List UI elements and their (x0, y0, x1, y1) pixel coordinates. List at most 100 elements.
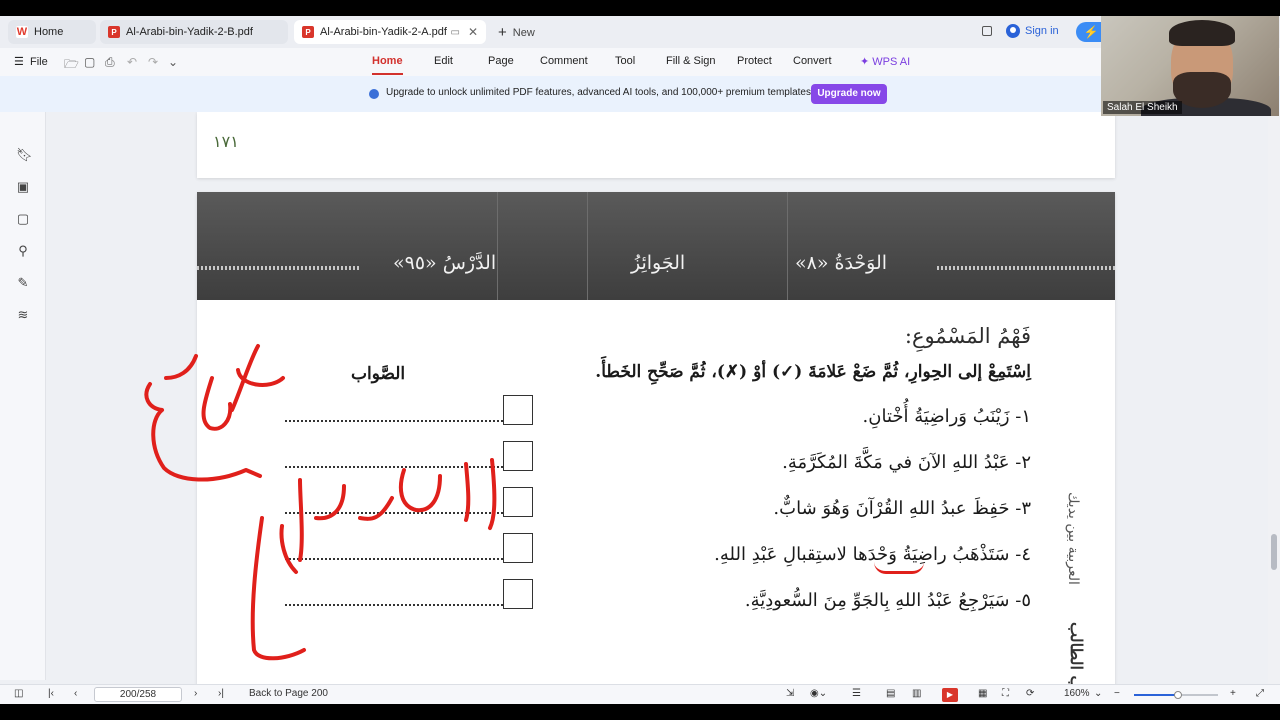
last-page-icon[interactable]: ›| (218, 688, 224, 699)
prev-page-icon[interactable]: ‹ (74, 688, 77, 699)
upgrade-banner: Upgrade to unlock unlimited PDF features… (0, 76, 1280, 112)
save-icon[interactable]: ▢ (84, 55, 95, 69)
correction-line-1 (285, 420, 503, 422)
single-page-icon[interactable]: ▤ (886, 688, 895, 699)
scroll-mode-icon[interactable]: ☰ (852, 688, 861, 699)
new-tab-button[interactable]: + New (498, 24, 535, 41)
book-side-title: العربية بين يديك (1065, 492, 1081, 585)
menu-edit[interactable]: Edit (434, 55, 453, 67)
export-icon[interactable]: ⇲ (786, 688, 794, 699)
open-folder-icon[interactable]: 🗁 (64, 55, 79, 76)
correction-line-2 (285, 466, 503, 468)
document-viewport[interactable]: ١٧١ الدَّرْسُ «٩٥» الجَوائِزُ الوَحْدَةُ… (46, 112, 1272, 684)
menu-protect[interactable]: Protect (737, 55, 772, 67)
lesson-number: الدَّرْسُ «٩٥» (393, 252, 497, 274)
lesson-title: الجَوائِزُ (631, 252, 686, 274)
first-page-icon[interactable]: |‹ (48, 688, 54, 699)
upgrade-now-button[interactable]: Upgrade now (811, 84, 887, 104)
presenter-name: Salah El Sheikh (1103, 101, 1182, 114)
sign-in-button[interactable]: Sign in (1006, 24, 1059, 38)
header-divider (497, 192, 498, 300)
current-page: الدَّرْسُ «٩٥» الجَوائِزُ الوَحْدَةُ «٨»… (197, 192, 1115, 684)
presenter-beard (1173, 72, 1231, 108)
webcam-overlay: Salah El Sheikh (1101, 16, 1279, 116)
comment-icon[interactable]: ▢ (16, 212, 30, 226)
correction-line-4 (285, 558, 503, 560)
left-sidebar: 🔖︎ ▣ ▢ ⚲ ✎ ≋ (0, 112, 46, 680)
tab-label: Al-Arabi-bin-Yadik-2-A.pdf (320, 26, 447, 38)
zoom-level[interactable]: 160% (1064, 688, 1090, 699)
answer-box-3[interactable] (503, 487, 533, 517)
undo-icon[interactable]: ↶ (127, 55, 137, 69)
zoom-out-icon[interactable]: − (1114, 688, 1120, 699)
fit-page-icon[interactable]: ⛶ (1002, 688, 1009, 699)
two-page-icon[interactable]: ▥ (912, 688, 921, 699)
eye-view-icon[interactable]: ◉⌄ (810, 688, 827, 699)
page-input[interactable]: 200/258 (94, 687, 182, 702)
chevron-down-icon[interactable]: ⌄ (168, 55, 178, 69)
next-page-icon[interactable]: › (194, 688, 197, 699)
info-icon (369, 89, 379, 99)
lesson-header-band: الدَّرْسُ «٩٥» الجَوائِزُ الوَحْدَةُ «٨» (197, 192, 1115, 300)
zoom-slider-knob[interactable] (1174, 691, 1182, 699)
menu-bar: ☰ File 🗁 ▢ ⎙ ↶ ↷ ⌄ Home Edit Page Commen… (0, 48, 1280, 76)
back-to-page-link[interactable]: Back to Page 200 (249, 688, 328, 699)
tab-label: Al-Arabi-bin-Yadik-2-B.pdf (126, 26, 253, 38)
correction-line-3 (285, 512, 503, 514)
signature-icon[interactable]: ✎ (16, 276, 30, 290)
page-number: ١٧١ (213, 134, 239, 151)
new-tab-label: New (512, 26, 535, 39)
grid-view-icon[interactable]: ▦ (978, 688, 987, 699)
sparkle-icon: ✦ (860, 56, 870, 68)
thumbnail-icon[interactable]: ▣ (16, 180, 30, 194)
zoom-in-icon[interactable]: + (1230, 688, 1236, 699)
status-bar: ◫ |‹ ‹ 200/258 › ›| Back to Page 200 ⇲ ◉… (0, 684, 1280, 704)
zoom-chevron-icon[interactable]: ⌄ (1094, 688, 1102, 699)
sign-in-label: Sign in (1025, 25, 1059, 37)
pdf-icon: P (108, 26, 120, 38)
tab-pdf-b[interactable]: P Al-Arabi-bin-Yadik-2-B.pdf (100, 20, 288, 44)
menu-fill-sign[interactable]: Fill & Sign (666, 55, 716, 67)
menu-wps-ai[interactable]: ✦ WPS AI (860, 55, 910, 68)
menu-home[interactable]: Home (372, 55, 403, 75)
question-5: ٥- سَيَرْجِعُ عَبْدُ اللهِ بِالجَوِّ مِن… (744, 590, 1031, 611)
previous-page: ١٧١ (197, 112, 1115, 178)
close-tab-icon[interactable]: ✕ (468, 25, 478, 39)
book-side-subtitle: كتاب الطالب (1067, 622, 1086, 684)
vertical-scrollbar[interactable] (1268, 112, 1280, 684)
unit-number: الوَحْدَةُ «٨» (795, 252, 888, 274)
presenter-hair (1169, 20, 1235, 46)
correction-line-5 (285, 604, 503, 606)
bookmark-icon[interactable]: 🔖︎ (16, 148, 33, 162)
tab-preview-icon[interactable]: ▭ (451, 27, 460, 38)
tab-pdf-a[interactable]: P Al-Arabi-bin-Yadik-2-A.pdf ▭ ✕ (294, 20, 486, 44)
menu-comment[interactable]: Comment (540, 55, 588, 67)
answer-box-2[interactable] (503, 441, 533, 471)
rotate-icon[interactable]: ⟳ (1026, 688, 1034, 699)
print-icon[interactable]: ⎙ (105, 55, 115, 70)
tab-home[interactable]: W Home (8, 20, 96, 44)
play-slideshow-icon[interactable]: ▶ (942, 688, 958, 702)
exercise-instruction: اِسْتَمِعْ إلى الحِوارِ، ثُمَّ ضَعْ عَلا… (595, 362, 1031, 382)
header-dots-left (197, 266, 359, 270)
file-menu[interactable]: ☰ File (14, 55, 48, 68)
header-dots-right (937, 266, 1115, 270)
redo-icon[interactable]: ↷ (148, 55, 158, 69)
window-switch-icon[interactable] (982, 26, 992, 36)
answer-box-5[interactable] (503, 579, 533, 609)
fullscreen-icon[interactable]: ⤢ (1256, 688, 1264, 699)
zoom-slider-fill (1134, 694, 1176, 696)
zoom-slider[interactable] (1134, 691, 1218, 699)
answer-box-1[interactable] (503, 395, 533, 425)
layers-icon[interactable]: ≋ (16, 308, 30, 322)
attachment-icon[interactable]: ⚲ (16, 244, 30, 258)
user-avatar-icon (1006, 24, 1020, 38)
sidebar-toggle-icon[interactable]: ◫ (14, 688, 23, 699)
menu-page[interactable]: Page (488, 55, 514, 67)
scrollbar-thumb[interactable] (1271, 534, 1277, 570)
menu-tool[interactable]: Tool (615, 55, 635, 67)
menu-convert[interactable]: Convert (793, 55, 832, 67)
plus-icon: + (498, 24, 507, 41)
ink-underline (874, 562, 924, 574)
answer-box-4[interactable] (503, 533, 533, 563)
